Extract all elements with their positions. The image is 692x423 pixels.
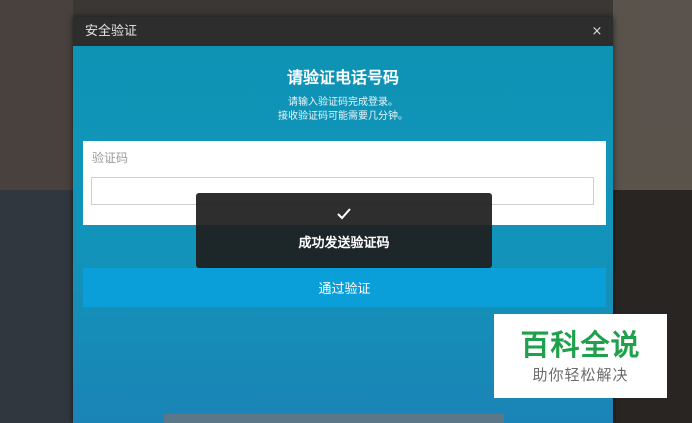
watermark-subtitle: 助你轻松解决 [532,366,629,384]
close-icon[interactable]: × [589,17,605,46]
watermark-logo: 百科全说 助你轻松解决 [494,314,667,398]
code-field-label: 验证码 [92,151,129,165]
dialog-titlebar: 安全验证 × [73,17,613,46]
instructions: 请输入验证码完成登录。 接收验证码可能需要几分钟。 [73,96,613,124]
watermark-title: 百科全说 [520,328,641,362]
page-title: 请验证电话号码 [286,68,399,87]
background-strip [164,414,504,423]
toast-message: 成功发送验证码 [298,236,390,251]
dialog-title: 安全验证 [85,24,138,39]
instruction-line-2: 接收验证码可能需要几分钟。 [278,111,408,122]
verify-button[interactable]: 通过验证 [83,268,606,307]
instruction-line-1: 请输入验证码完成登录。 [288,97,398,108]
toast-notification: 成功发送验证码 [196,193,492,268]
check-icon [196,206,492,222]
